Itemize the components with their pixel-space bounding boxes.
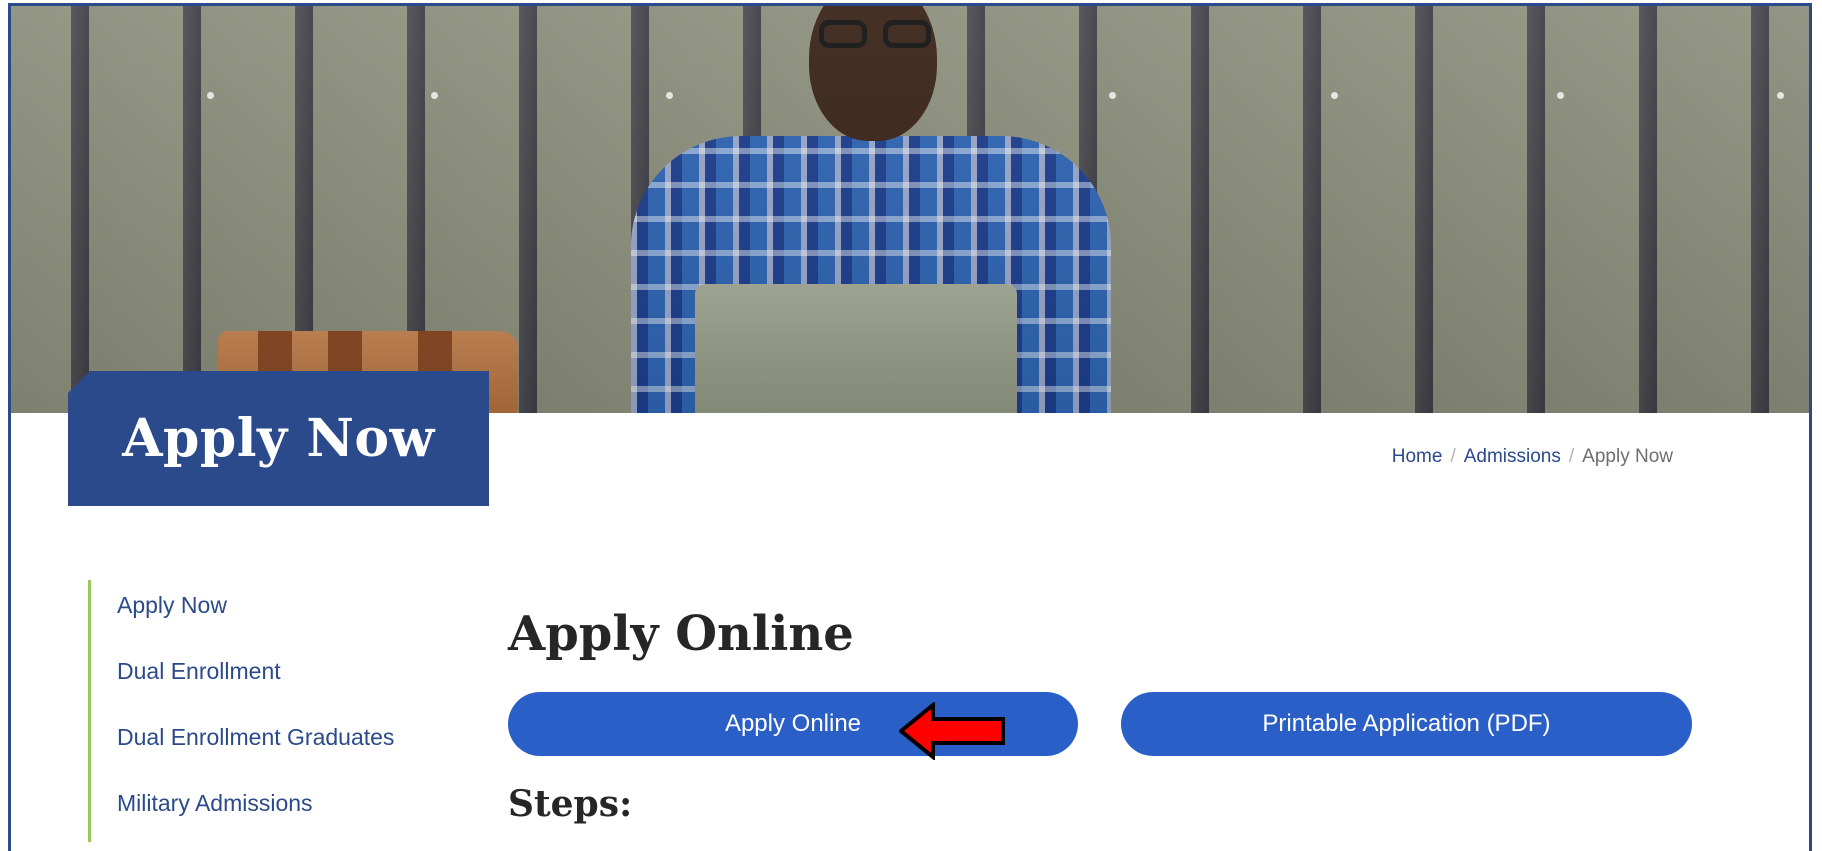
breadcrumb-separator: /	[1450, 446, 1456, 467]
sidebar-item-military-admissions[interactable]: Military Admissions	[117, 770, 448, 836]
sidebar-nav: Apply Now Dual Enrollment Dual Enrollmen…	[88, 580, 448, 842]
sidebar-item-dual-enrollment-graduates[interactable]: Dual Enrollment Graduates	[117, 704, 448, 770]
page-title-banner: Apply Now	[68, 371, 489, 506]
red-pointer-arrow-icon	[899, 702, 1005, 760]
sidebar-item-dual-enrollment[interactable]: Dual Enrollment	[117, 638, 448, 704]
breadcrumb: Home / Admissions / Apply Now	[1392, 446, 1673, 468]
sidebar-item-apply-now[interactable]: Apply Now	[117, 572, 448, 638]
apply-online-heading: Apply Online	[508, 606, 854, 662]
breadcrumb-separator: /	[1568, 446, 1575, 467]
breadcrumb-admissions-link[interactable]: Admissions	[1464, 446, 1561, 468]
steps-heading: Steps:	[508, 783, 633, 825]
page-title: Apply Now	[122, 408, 435, 469]
printable-application-button[interactable]: Printable Application (PDF)	[1121, 692, 1692, 756]
hero-image	[11, 6, 1809, 413]
page-frame: Apply Now Home / Admissions / Apply Now …	[8, 3, 1812, 851]
breadcrumb-current: Apply Now	[1582, 446, 1673, 467]
breadcrumb-home-link[interactable]: Home	[1392, 446, 1443, 468]
